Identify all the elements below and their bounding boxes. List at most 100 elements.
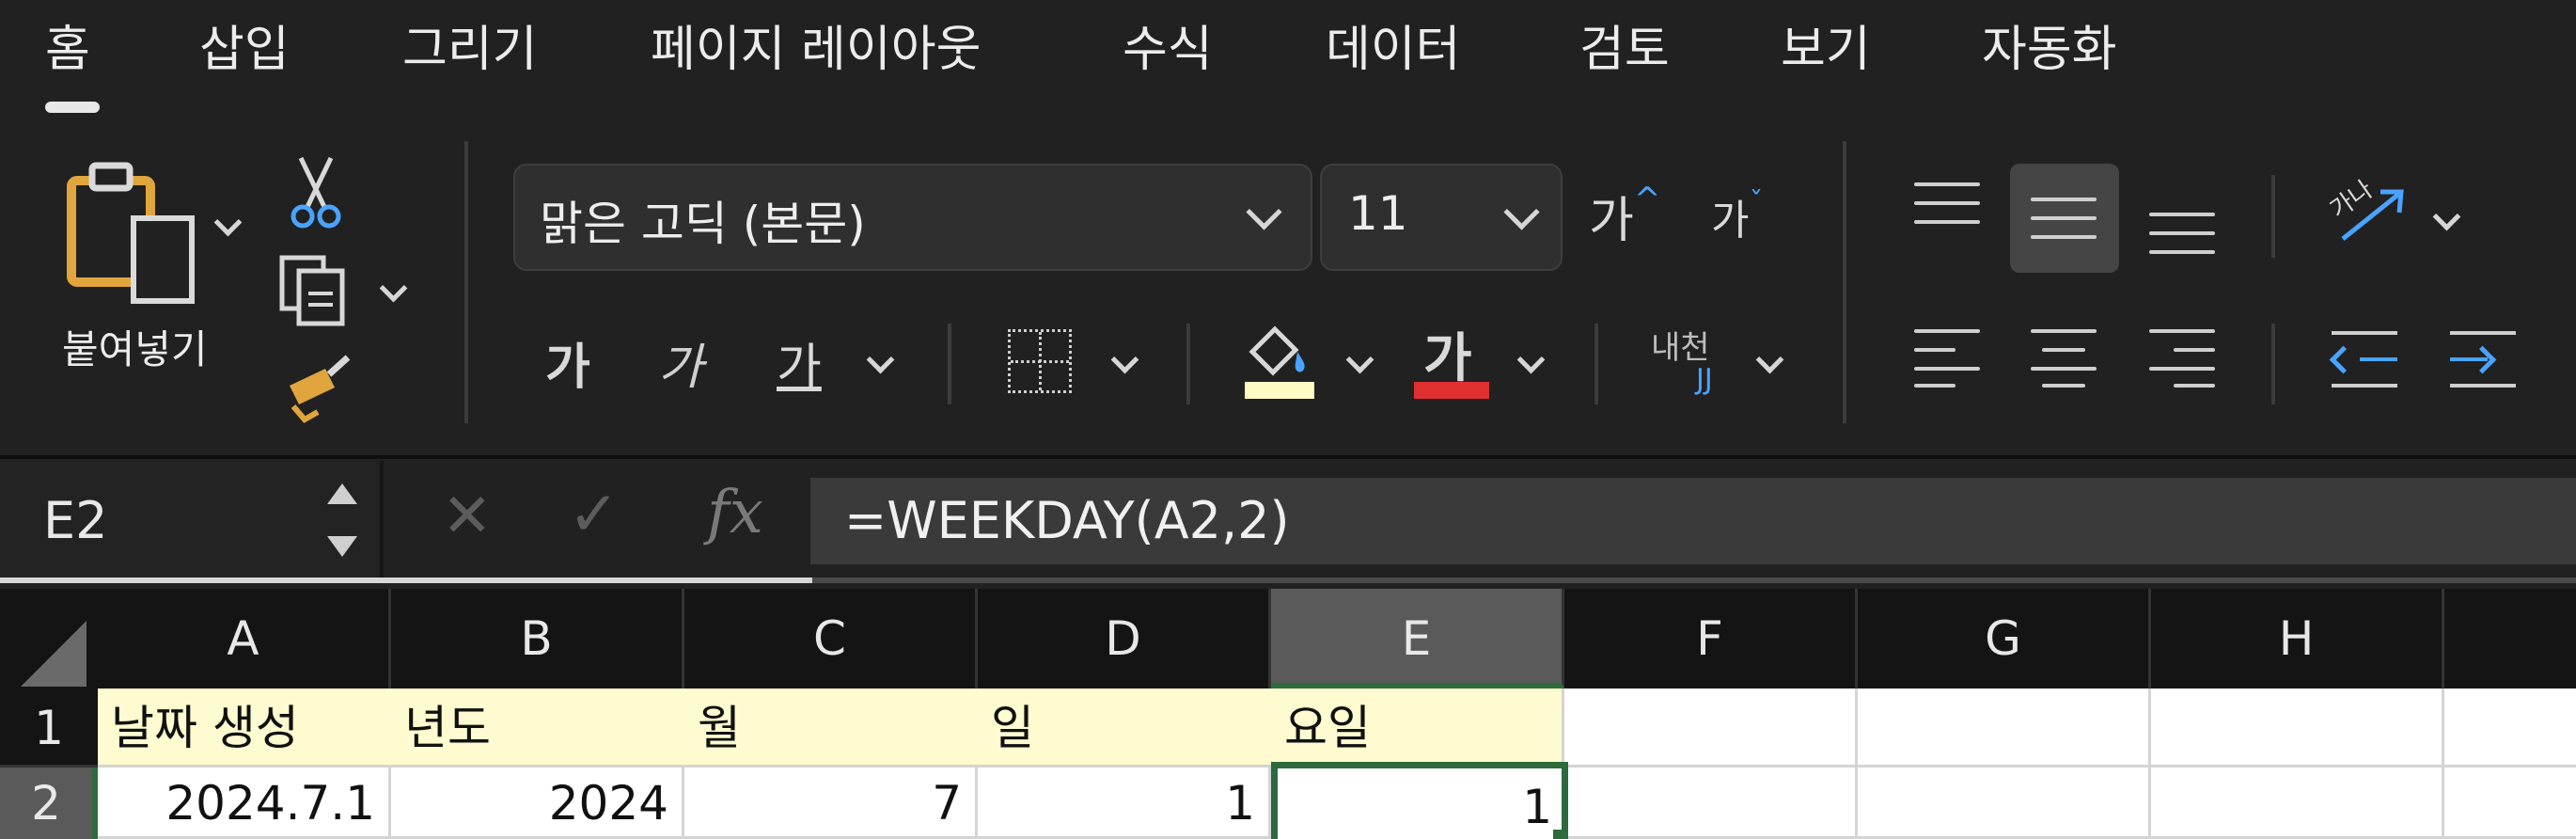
phonetic-guide-top[interactable]: 내천 (1651, 322, 1710, 368)
cell-g2[interactable] (1858, 768, 2151, 839)
cell-next-1[interactable] (2444, 689, 2576, 768)
align-bottom-icon[interactable] (2149, 213, 2215, 260)
name-box-down-icon[interactable] (327, 536, 357, 557)
align-right-icon[interactable] (2149, 329, 2215, 388)
cell-h1[interactable] (2151, 689, 2444, 768)
cell-next-2[interactable] (2444, 768, 2576, 839)
column-header-a[interactable]: A (98, 589, 391, 689)
column-header-h[interactable]: H (2151, 589, 2444, 689)
borders-dropdown-chevron-icon[interactable] (1110, 345, 1139, 374)
cell-e2-selected[interactable]: 1 (1271, 762, 1568, 839)
chevron-down-icon (1246, 194, 1282, 230)
ribbon-separator (1186, 324, 1190, 404)
chevron-down-icon (1503, 194, 1540, 230)
align-top-icon[interactable] (1914, 182, 1980, 230)
cancel-icon[interactable]: ✕ (442, 482, 493, 551)
orientation-button[interactable]: 가나 (2325, 176, 2412, 246)
tab-home[interactable]: 홈 (45, 17, 90, 83)
ribbon-separator (2271, 175, 2275, 258)
font-name-dropdown[interactable]: 맑은 고딕 (본문) (513, 164, 1312, 271)
cell-f2[interactable] (1568, 768, 1858, 839)
phonetic-guide-bottom: JJ (1696, 363, 1713, 396)
fill-color-swatch (1245, 382, 1314, 399)
ribbon-separator (1843, 141, 1846, 423)
caret-down-icon: ˇ (1749, 186, 1764, 219)
row-header-1[interactable]: 1 (0, 689, 98, 768)
tab-formulas[interactable]: 수식 (1123, 17, 1213, 83)
ribbon-separator (1594, 324, 1598, 404)
font-name-value: 맑은 고딕 (본문) (540, 197, 866, 251)
diagonal-arrow-icon (2341, 189, 2404, 241)
borders-icon[interactable] (1008, 329, 1072, 393)
align-center-icon[interactable] (2031, 329, 2097, 388)
underline-dropdown-chevron-icon[interactable] (866, 345, 895, 374)
copy-dropdown-chevron-icon[interactable] (379, 274, 408, 303)
enter-icon[interactable]: ✓ (568, 478, 620, 550)
cell-a2[interactable]: 2024.7.1 (98, 768, 391, 839)
tab-draw[interactable]: 그리기 (402, 17, 538, 83)
active-tab-indicator (45, 102, 100, 113)
paste-icon (67, 162, 195, 304)
tab-automate[interactable]: 자동화 (1982, 17, 2117, 83)
cell-g1[interactable] (1858, 689, 2151, 768)
fill-color-dropdown-chevron-icon[interactable] (1345, 345, 1374, 374)
cell-c1[interactable]: 월 (684, 689, 978, 768)
paste-dropdown-chevron-icon[interactable] (213, 208, 243, 237)
paste-button[interactable] (58, 158, 199, 327)
ribbon-separator (948, 324, 951, 404)
increase-font-size-glyph: 가 (1589, 193, 1634, 249)
orientation-dropdown-chevron-icon[interactable] (2432, 202, 2461, 231)
column-header-c[interactable]: C (684, 589, 978, 689)
formula-bar-separator (380, 461, 384, 581)
cell-b2[interactable]: 2024 (391, 768, 684, 839)
cell-d2[interactable]: 1 (978, 768, 1271, 839)
caret-up-icon: ^ (1633, 181, 1661, 218)
row-header-2[interactable]: 2 (0, 768, 98, 839)
copy-icon[interactable] (278, 252, 353, 327)
name-box-up-icon[interactable] (327, 483, 357, 504)
ribbon-separator (2271, 324, 2275, 404)
tab-review[interactable]: 검토 (1579, 17, 1670, 83)
font-color-dropdown-chevron-icon[interactable] (1516, 345, 1546, 374)
font-size-value: 11 (1348, 186, 1408, 241)
cell-b1[interactable]: 년도 (391, 689, 684, 768)
column-header-next[interactable] (2444, 589, 2576, 689)
ribbon-bottom-divider (0, 455, 2576, 459)
cell-c2[interactable]: 7 (684, 768, 978, 839)
column-header-g[interactable]: G (1858, 589, 2151, 689)
italic-button[interactable]: 가 (658, 327, 703, 398)
align-left-icon[interactable] (1914, 329, 1980, 388)
font-size-dropdown[interactable]: 11 (1320, 164, 1563, 271)
cell-d1[interactable]: 일 (978, 689, 1271, 768)
underline-button[interactable]: 가 (777, 327, 822, 398)
tab-view[interactable]: 보기 (1781, 17, 1871, 83)
fill-color-icon[interactable] (1241, 318, 1316, 380)
cell-a1[interactable]: 날짜 생성 (98, 689, 391, 768)
increase-indent-icon[interactable] (2450, 331, 2516, 388)
tab-insert[interactable]: 삽입 (199, 17, 290, 83)
select-all-button[interactable] (0, 589, 98, 689)
bold-button[interactable]: 가 (545, 327, 590, 398)
phonetic-dropdown-chevron-icon[interactable] (1755, 345, 1784, 374)
column-header-e[interactable]: E (1271, 589, 1564, 689)
column-header-d[interactable]: D (978, 589, 1271, 689)
cell-h2[interactable] (2151, 768, 2444, 839)
font-color-glyph[interactable]: 가 (1423, 316, 1472, 392)
column-header-b[interactable]: B (391, 589, 684, 689)
formula-bar-bottom-edge (0, 578, 812, 583)
increase-font-size-button[interactable]: 가^ (1589, 181, 1660, 251)
decrease-indent-icon[interactable] (2329, 331, 2397, 388)
ribbon-separator (464, 141, 468, 423)
tab-data[interactable]: 데이터 (1326, 17, 1461, 83)
format-painter-icon[interactable] (280, 350, 355, 425)
insert-function-icon[interactable]: fx (707, 478, 763, 547)
decrease-font-size-glyph: 가 (1711, 197, 1750, 245)
cell-f1[interactable] (1564, 689, 1858, 768)
align-middle-icon (2031, 198, 2097, 245)
cut-icon[interactable] (288, 154, 344, 230)
tab-page-layout[interactable]: 페이지 레이아웃 (651, 17, 981, 83)
column-header-f[interactable]: F (1564, 589, 1858, 689)
align-middle-button[interactable] (2010, 164, 2119, 273)
decrease-font-size-button[interactable]: 가ˇ (1711, 186, 1763, 246)
cell-e1[interactable]: 요일 (1271, 689, 1564, 768)
